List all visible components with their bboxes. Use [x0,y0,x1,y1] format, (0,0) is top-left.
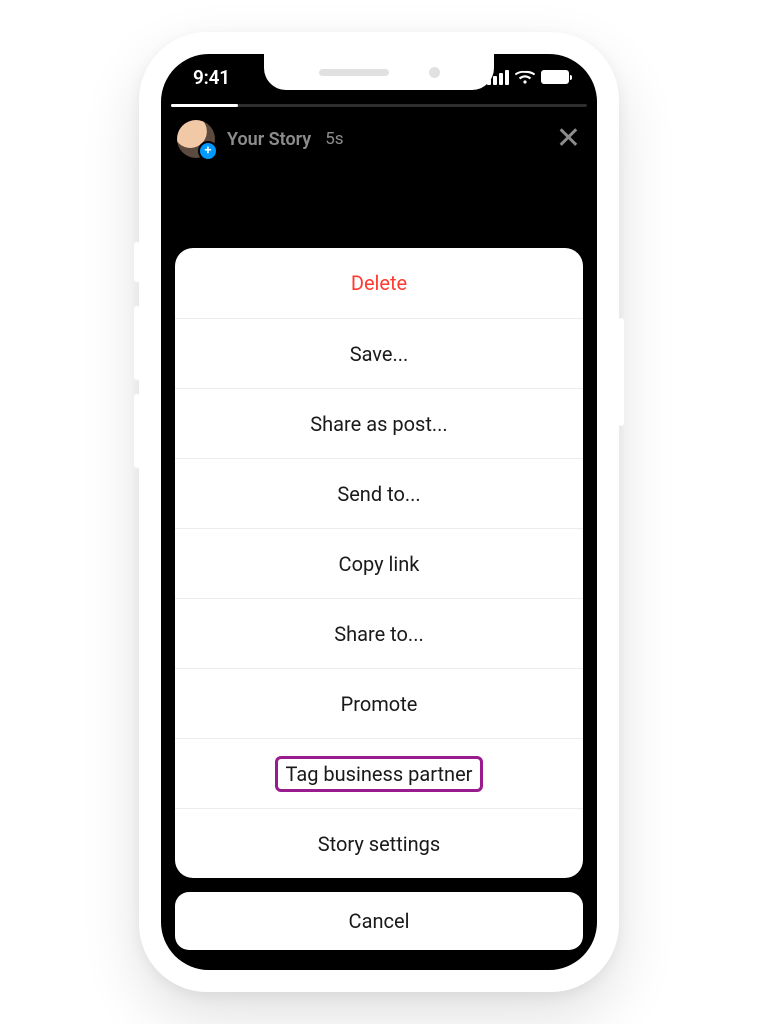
promote-button[interactable]: Promote [175,668,583,738]
send-to-label: Send to... [337,482,420,506]
story-settings-button[interactable]: Story settings [175,808,583,878]
volume-up-button [134,306,140,380]
annotation-highlight-box: Tag business partner [275,756,484,792]
promote-label: Promote [341,692,418,716]
action-sheet-container: Delete Save... Share as post... Send to.… [175,248,583,950]
delete-label: Delete [351,271,407,295]
save-label: Save... [350,342,409,366]
story-header: Your Story 5s ✕ [161,116,597,162]
share-as-post-label: Share as post... [310,412,447,436]
tag-business-partner-label: Tag business partner [286,762,473,786]
status-time: 9:41 [193,66,230,89]
avatar[interactable] [177,120,215,158]
share-to-label: Share to... [334,622,424,646]
copy-link-label: Copy link [339,552,420,576]
copy-link-button[interactable]: Copy link [175,528,583,598]
cancel-button[interactable]: Cancel [175,892,583,950]
phone-screen: 9:41 Your Story 5s ✕ Highlight More [161,54,597,970]
story-progress-track [171,104,587,107]
close-icon[interactable]: ✕ [556,124,581,154]
save-button[interactable]: Save... [175,318,583,388]
send-to-button[interactable]: Send to... [175,458,583,528]
battery-icon [541,70,569,84]
story-elapsed: 5s [325,129,343,149]
phone-frame: 9:41 Your Story 5s ✕ Highlight More [139,32,619,992]
share-as-post-button[interactable]: Share as post... [175,388,583,458]
mute-switch [134,242,140,282]
share-to-button[interactable]: Share to... [175,598,583,668]
status-icons [487,70,569,85]
action-sheet: Delete Save... Share as post... Send to.… [175,248,583,878]
story-progress-fill [171,104,238,107]
delete-button[interactable]: Delete [175,248,583,318]
wifi-icon [515,70,535,84]
power-button [618,318,624,426]
device-notch [264,54,494,90]
speaker-grille [319,69,389,76]
volume-down-button [134,394,140,468]
front-camera [429,67,440,78]
story-title: Your Story [227,129,311,150]
cancel-label: Cancel [349,909,410,933]
story-settings-label: Story settings [318,832,440,856]
tag-business-partner-button[interactable]: Tag business partner [175,738,583,808]
